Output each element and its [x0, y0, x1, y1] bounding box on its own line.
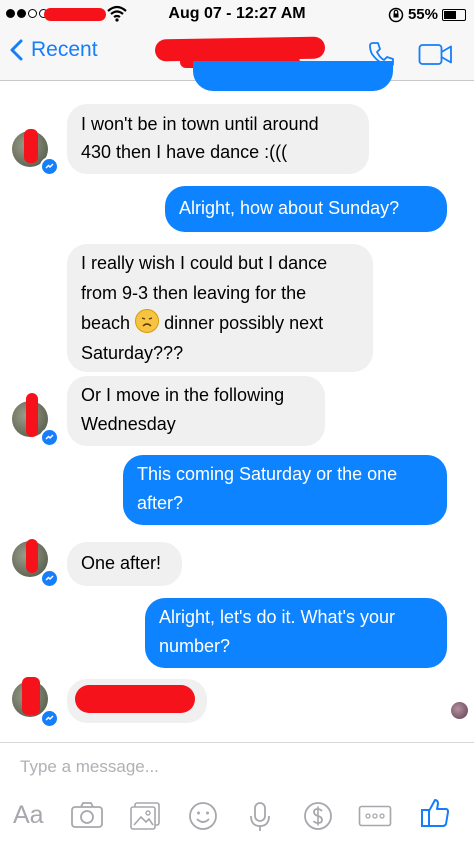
incoming-message[interactable]: I won't be in town until around 430 then…	[67, 104, 369, 174]
battery-icon	[442, 8, 466, 21]
outgoing-message[interactable]: This coming Saturday or the one after?	[123, 455, 447, 525]
back-button-label: Recent	[31, 38, 98, 61]
message-composer: Type a message... Aa	[0, 742, 474, 844]
video-call-icon[interactable]	[418, 43, 454, 67]
sticker-smiley-icon[interactable]	[188, 801, 218, 831]
message-input[interactable]: Type a message...	[20, 757, 159, 777]
rotation-lock-icon	[388, 7, 404, 22]
previous-outgoing-bubble	[193, 61, 393, 91]
battery-indicator: 55%	[388, 6, 466, 23]
back-button[interactable]: Recent	[10, 38, 98, 62]
chevron-left-icon	[10, 39, 23, 61]
incoming-message[interactable]: One after!	[67, 542, 182, 586]
photo-gallery-icon[interactable]	[129, 801, 163, 831]
composer-toolbar: Aa	[0, 795, 474, 835]
read-receipt-avatar	[451, 702, 468, 719]
disappointed-face-emoji-icon	[135, 309, 160, 333]
messenger-badge-icon	[40, 709, 59, 728]
more-options-icon[interactable]	[358, 805, 392, 827]
incoming-message[interactable]: I really wish I could but I dance from 9…	[67, 244, 373, 372]
thumbs-up-like-icon[interactable]	[420, 797, 450, 829]
messenger-badge-icon	[40, 569, 59, 588]
status-bar: Aug 07 - 12:27 AM 55%	[0, 0, 474, 28]
text-format-button[interactable]: Aa	[13, 801, 44, 830]
message-thread[interactable]: I won't be in town until around 430 then…	[0, 61, 474, 741]
camera-icon[interactable]	[70, 801, 104, 829]
microphone-icon[interactable]	[249, 801, 271, 833]
battery-percent: 55%	[407, 6, 438, 23]
incoming-message-redacted[interactable]	[67, 679, 207, 723]
outgoing-message[interactable]: Alright, how about Sunday?	[165, 186, 447, 232]
messenger-badge-icon	[40, 157, 59, 176]
incoming-message[interactable]: Or I move in the following Wednesday	[67, 376, 325, 446]
send-money-icon[interactable]	[303, 801, 333, 831]
outgoing-message[interactable]: Alright, let's do it. What's your number…	[145, 598, 447, 668]
messenger-badge-icon	[40, 428, 59, 447]
